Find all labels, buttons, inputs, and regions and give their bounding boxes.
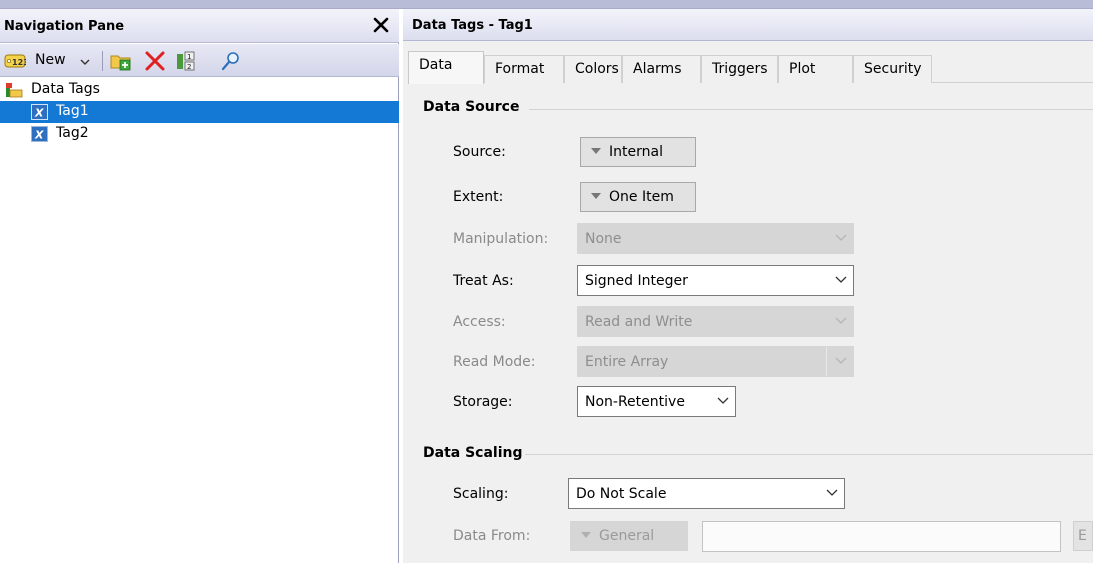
section-divider — [529, 109, 1093, 110]
dropdown-triangle-icon — [591, 148, 601, 154]
tag-properties-panel: Data Tags - Tag1 Data Format Colors Alar… — [403, 9, 1093, 563]
tree-item-tag1[interactable]: X Tag1 — [0, 101, 399, 123]
storage-value: Non-Retentive — [585, 394, 685, 410]
access-value: Read and Write — [585, 314, 693, 330]
scaling-value: Do Not Scale — [576, 486, 667, 502]
data-source-section-title: Data Source — [423, 99, 520, 115]
read-mode-label: Read Mode: — [453, 354, 536, 370]
manipulation-label: Manipulation: — [453, 231, 549, 247]
add-folder-icon[interactable] — [110, 51, 132, 71]
chevron-down-icon — [835, 234, 847, 241]
tag-variable-icon: X — [31, 104, 48, 120]
storage-label: Storage: — [453, 394, 513, 410]
read-mode-value: Entire Array — [585, 354, 669, 370]
tree-root-label: Data Tags — [31, 81, 100, 97]
data-from-textbox[interactable] — [702, 521, 1061, 552]
svg-text:1: 1 — [187, 53, 191, 61]
tab-colors[interactable]: Colors — [564, 55, 622, 83]
delete-icon[interactable] — [144, 51, 166, 71]
manipulation-value: None — [585, 231, 622, 247]
close-icon[interactable] — [371, 15, 391, 35]
extent-label: Extent: — [453, 189, 504, 205]
data-from-label: Data From: — [453, 528, 531, 544]
source-selector[interactable]: Internal — [580, 137, 696, 167]
edit-button-label: E — [1078, 528, 1087, 544]
treat-as-label: Treat As: — [453, 273, 514, 289]
search-icon[interactable] — [220, 51, 242, 71]
extent-selector[interactable]: One Item — [580, 182, 696, 212]
tab-format[interactable]: Format — [484, 55, 564, 83]
read-mode-dropdown[interactable]: Entire Array — [577, 346, 854, 377]
new-button[interactable]: New — [35, 52, 66, 68]
data-from-edit-button[interactable]: E — [1073, 521, 1093, 551]
data-scaling-section-title: Data Scaling — [423, 445, 523, 461]
chevron-down-icon — [835, 357, 847, 364]
source-label: Source: — [453, 144, 506, 160]
data-tags-folder-icon — [6, 83, 23, 98]
manipulation-dropdown[interactable]: None — [577, 223, 854, 254]
tag-variable-icon: X — [31, 126, 48, 142]
tree-item-label: Tag2 — [56, 125, 89, 141]
tab-triggers[interactable]: Triggers — [701, 55, 778, 83]
dropdown-triangle-icon — [591, 193, 601, 199]
tab-alarms[interactable]: Alarms — [622, 55, 701, 83]
sort-icon[interactable]: 1 2 — [175, 51, 197, 71]
svg-text:123: 123 — [12, 58, 26, 67]
tab-plot[interactable]: Plot — [778, 55, 853, 83]
access-label: Access: — [453, 314, 506, 330]
dropdown-arrow-icon[interactable] — [80, 59, 90, 65]
chevron-down-icon — [835, 317, 847, 324]
tab-data[interactable]: Data — [408, 51, 484, 84]
storage-dropdown[interactable]: Non-Retentive — [577, 386, 736, 417]
svg-text:X: X — [34, 129, 44, 142]
treat-as-value: Signed Integer — [585, 273, 688, 289]
nav-pane-header: Navigation Pane — [0, 9, 399, 43]
tab-security[interactable]: Security — [853, 55, 932, 83]
scaling-dropdown[interactable]: Do Not Scale — [568, 478, 845, 509]
scaling-label: Scaling: — [453, 486, 509, 502]
toolbar-separator — [102, 51, 103, 71]
nav-toolbar: 123 New 1 2 — [0, 44, 399, 77]
chevron-down-icon — [835, 276, 847, 283]
panel-header: Data Tags - Tag1 — [403, 9, 1093, 41]
tab-strip: Data Format Colors Alarms Triggers Plot … — [408, 51, 1093, 84]
source-value: Internal — [609, 144, 663, 160]
tag-123-icon[interactable]: 123 — [4, 51, 26, 71]
access-dropdown[interactable]: Read and Write — [577, 306, 854, 337]
data-from-value: General — [599, 528, 655, 544]
data-from-selector[interactable]: General — [570, 521, 688, 551]
navigation-pane: Navigation Pane 123 New 1 2 Data Tags X … — [0, 9, 399, 563]
tree-item-label: Tag1 — [56, 103, 89, 119]
extent-value: One Item — [609, 189, 674, 205]
tree-root-data-tags[interactable]: Data Tags — [0, 79, 399, 101]
dropdown-triangle-icon — [581, 532, 591, 538]
svg-text:2: 2 — [187, 63, 191, 71]
tree-item-tag2[interactable]: X Tag2 — [0, 123, 399, 145]
nav-pane-title: Navigation Pane — [4, 19, 125, 34]
panel-title: Data Tags - Tag1 — [412, 18, 533, 33]
chevron-down-icon — [717, 397, 729, 404]
chevron-down-icon — [826, 489, 838, 496]
dropdown-button-divider — [826, 347, 827, 376]
svg-text:X: X — [34, 107, 44, 120]
window-top-strip — [0, 0, 1093, 9]
section-divider — [525, 454, 1093, 455]
treat-as-dropdown[interactable]: Signed Integer — [577, 265, 854, 296]
